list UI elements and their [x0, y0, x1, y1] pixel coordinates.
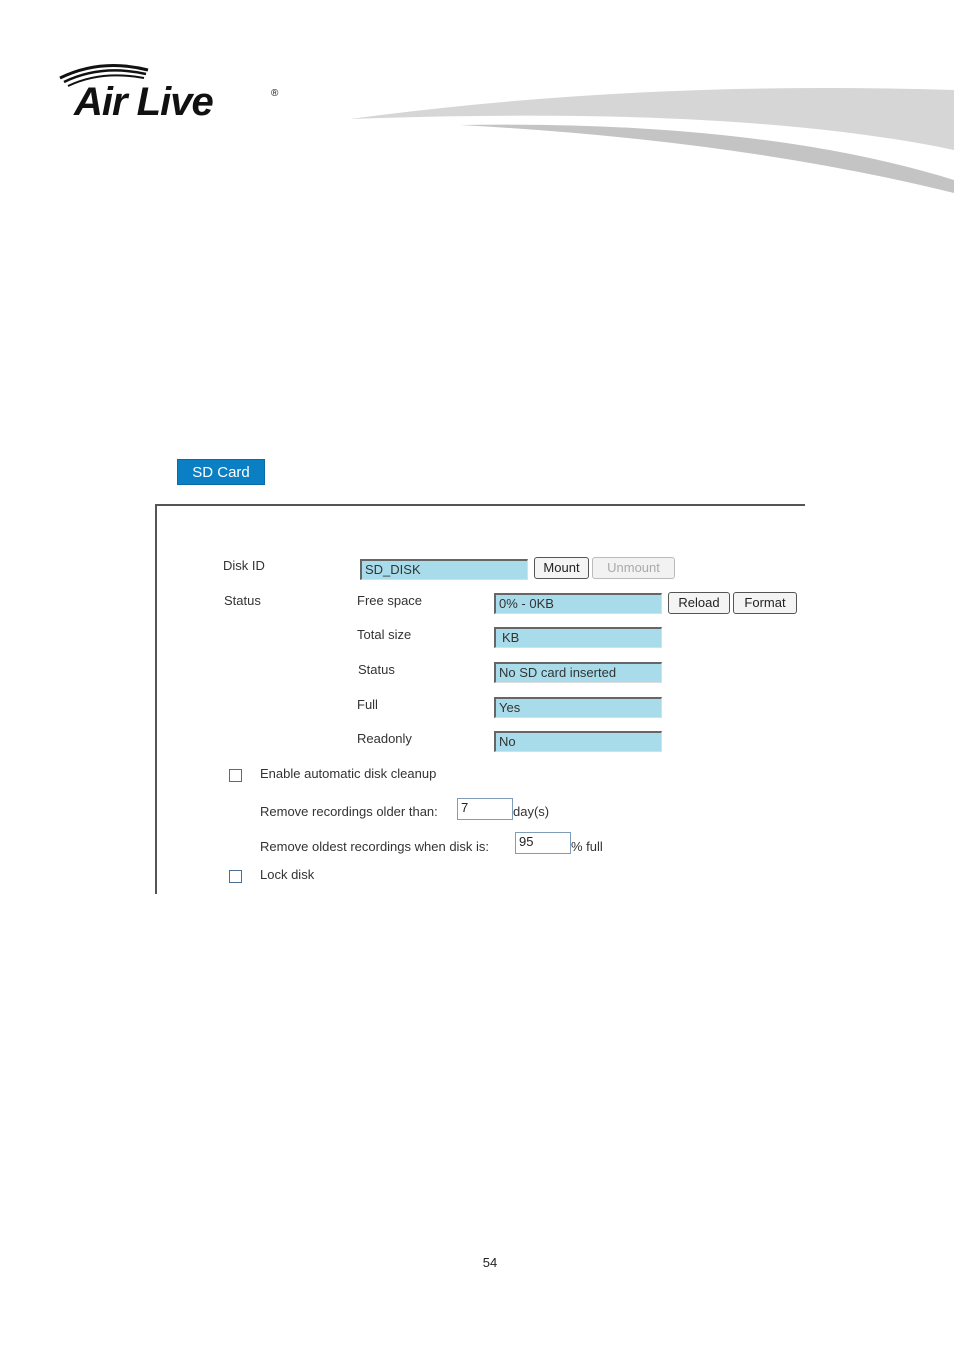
disk-id-field[interactable]: SD_DISK [360, 559, 528, 580]
unmount-button[interactable]: Unmount [592, 557, 675, 579]
airlive-logo: Air Live ® [56, 60, 286, 130]
full-field: Yes [494, 697, 662, 718]
format-button[interactable]: Format [733, 592, 797, 614]
page-number: 54 [482, 1255, 498, 1270]
panel-left-border [155, 504, 157, 894]
tab-sd-card[interactable]: SD Card [177, 459, 265, 485]
full-label: Full [357, 697, 378, 712]
remove-full-input[interactable]: 95 [515, 832, 571, 854]
free-space-field: 0% - 0KB [494, 593, 662, 614]
remove-full-label: Remove oldest recordings when disk is: [260, 839, 490, 854]
total-size-field: KB [494, 627, 662, 648]
total-size-label: Total size [357, 627, 412, 642]
status-label: Status [224, 593, 261, 608]
remove-older-input[interactable]: 7 [457, 798, 513, 820]
readonly-field: No [494, 731, 662, 752]
registered-mark: ® [271, 88, 279, 99]
cleanup-label: Enable automatic disk cleanup [260, 766, 437, 781]
logo-text: Air Live [74, 80, 214, 124]
remove-full-unit: % full [571, 839, 603, 854]
mount-button[interactable]: Mount [534, 557, 589, 579]
lock-disk-label: Lock disk [260, 867, 315, 882]
status-sub-label: Status [358, 662, 395, 677]
header-swoosh [350, 87, 954, 193]
free-space-label: Free space [357, 593, 423, 608]
readonly-label: Readonly [357, 731, 412, 746]
lock-disk-checkbox[interactable] [229, 870, 242, 883]
panel-top-border [155, 504, 805, 506]
status-field: No SD card inserted [494, 662, 662, 683]
remove-older-unit: day(s) [513, 804, 550, 819]
cleanup-checkbox[interactable] [229, 769, 242, 782]
remove-older-label: Remove recordings older than: [260, 804, 438, 819]
reload-button[interactable]: Reload [668, 592, 730, 614]
disk-id-label: Disk ID [223, 558, 265, 573]
